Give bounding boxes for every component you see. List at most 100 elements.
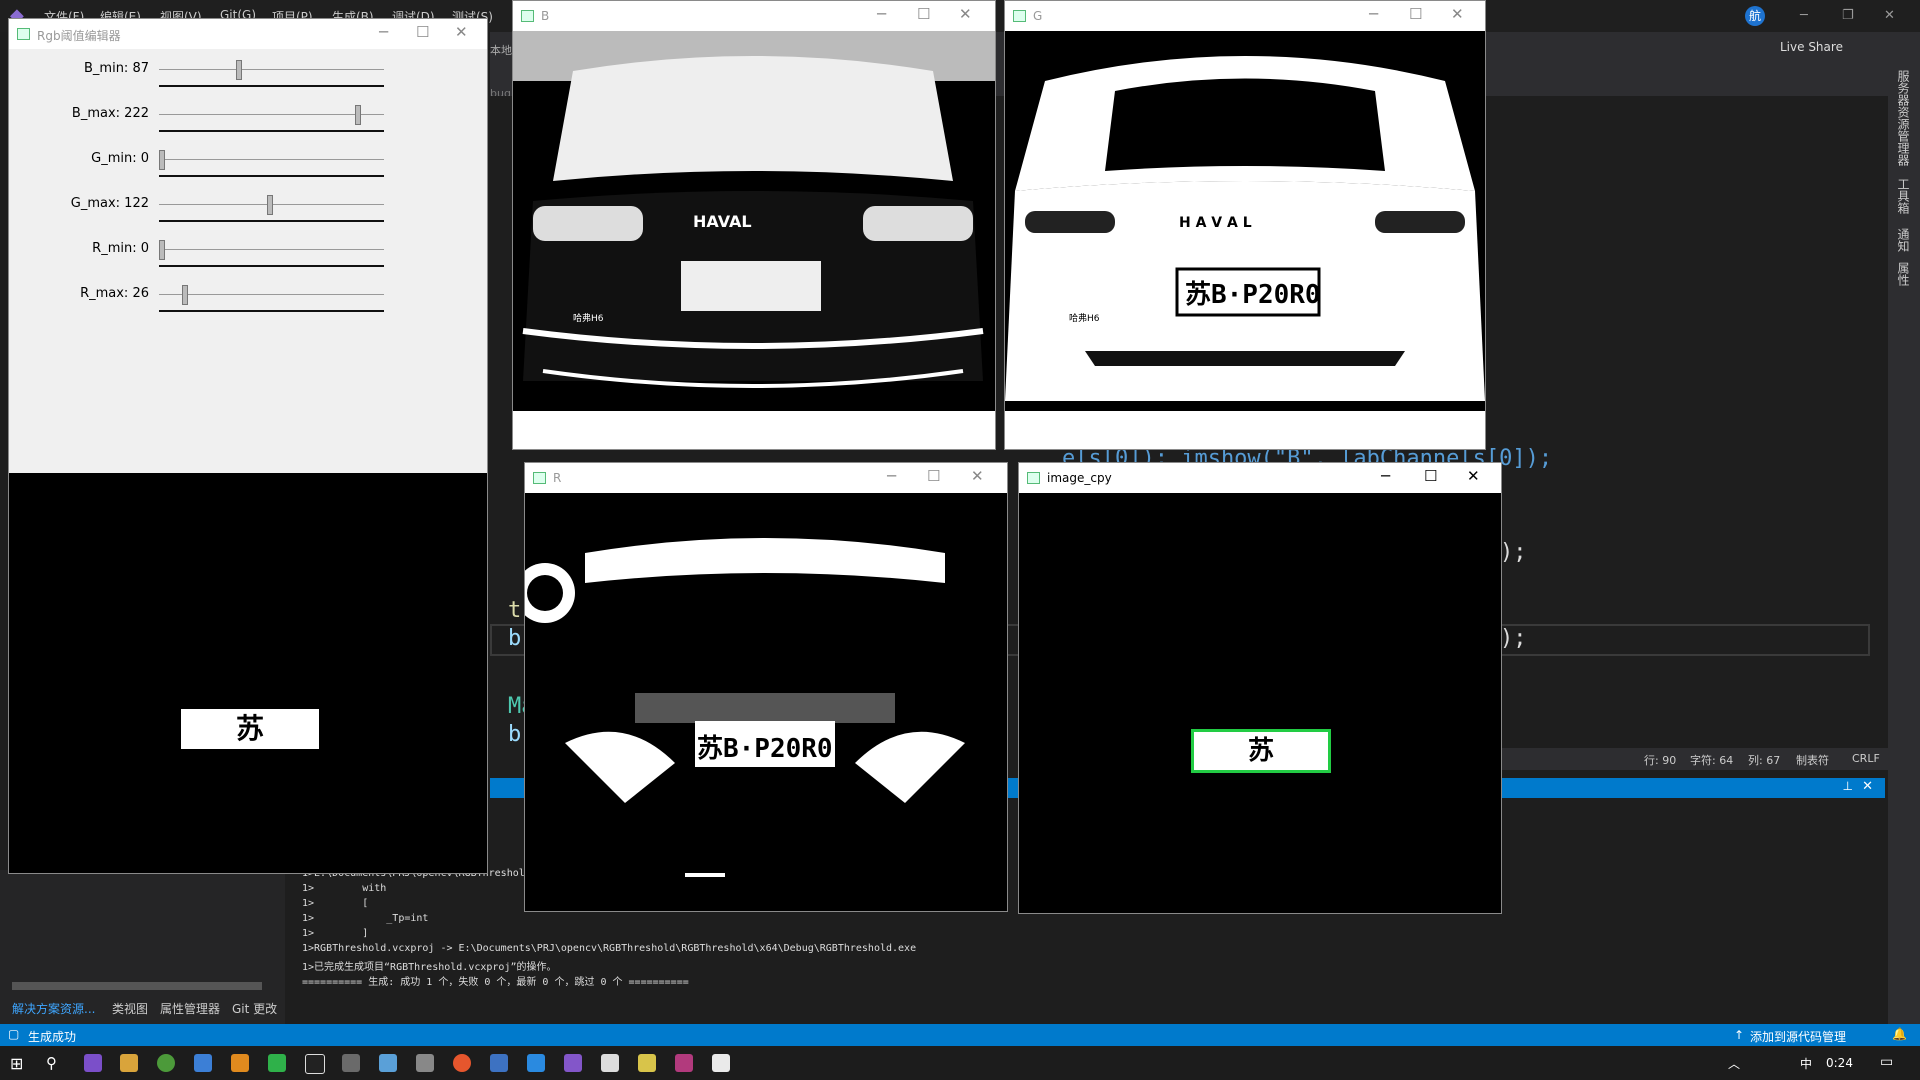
line-indicator[interactable]: 行: 90 bbox=[1644, 752, 1676, 768]
ide-restore-icon[interactable]: ❐ bbox=[1842, 8, 1854, 23]
maximize-icon[interactable]: ☐ bbox=[1409, 5, 1422, 23]
app-icon[interactable] bbox=[342, 1054, 360, 1072]
window-titlebar[interactable]: Rgb阈值编辑器 ─ ☐ ✕ bbox=[9, 19, 487, 49]
qq-icon[interactable] bbox=[305, 1054, 325, 1074]
solution-scrollbar[interactable] bbox=[12, 982, 262, 990]
app-icon[interactable] bbox=[379, 1054, 397, 1072]
window-app-icon bbox=[1013, 10, 1026, 22]
ide-close-icon[interactable]: ✕ bbox=[1884, 8, 1895, 23]
close-icon[interactable]: ✕ bbox=[1467, 467, 1480, 485]
ide-local-label: 本地 bbox=[490, 44, 512, 57]
threshold-editor-window: Rgb阈值编辑器 ─ ☐ ✕ B_min: 87 B_max: 222 G_min:… bbox=[8, 18, 488, 874]
trackbar-track[interactable] bbox=[159, 159, 384, 160]
output-line: 1> _Tp=int bbox=[302, 913, 429, 924]
file-explorer-icon[interactable] bbox=[120, 1054, 138, 1072]
minimize-icon[interactable]: ─ bbox=[877, 5, 886, 23]
maximize-icon[interactable]: ☐ bbox=[416, 23, 429, 41]
maximize-icon[interactable]: ☐ bbox=[1424, 467, 1437, 485]
tab-solution-explorer[interactable]: 解决方案资源... bbox=[12, 1000, 95, 1017]
panel-close-icon[interactable]: ✕ bbox=[1862, 779, 1873, 794]
close-icon[interactable]: ✕ bbox=[959, 5, 972, 23]
channel-b-window: B ─ ☐ ✕ HAVAL 哈弗H6 bbox=[512, 0, 996, 450]
close-icon[interactable]: ✕ bbox=[455, 23, 468, 41]
ide-status-bar: ▢ 生成成功 ↑ 添加到源代码管理 🔔 bbox=[0, 1024, 1920, 1046]
maximize-icon[interactable]: ☐ bbox=[917, 5, 930, 23]
status-text: 生成成功 bbox=[28, 1030, 77, 1044]
trackbar-underline bbox=[159, 310, 384, 312]
app-icon[interactable] bbox=[490, 1054, 508, 1072]
window-app-icon bbox=[533, 472, 546, 484]
trackbar-track[interactable] bbox=[159, 249, 384, 250]
notepad-icon[interactable] bbox=[601, 1054, 619, 1072]
car-g-image: H A V A L 苏B·P20R0 哈弗H6 bbox=[1005, 31, 1485, 449]
code-line: b bbox=[508, 722, 522, 747]
notification-bell-icon[interactable]: 🔔 bbox=[1892, 1027, 1907, 1041]
live-share-button[interactable]: Live Share bbox=[1780, 40, 1843, 54]
visual-studio-taskbar-icon[interactable] bbox=[84, 1054, 102, 1072]
trackbar-thumb[interactable] bbox=[159, 150, 165, 170]
trackbar-underline bbox=[159, 85, 384, 87]
wechat-icon[interactable] bbox=[268, 1054, 286, 1072]
close-icon[interactable]: ✕ bbox=[1451, 5, 1464, 23]
output-line: 1>RGBThreshold.vcxproj -> E:\Documents\P… bbox=[302, 943, 917, 954]
trackbar-track[interactable] bbox=[159, 69, 384, 70]
notifications-tab[interactable]: 通知 bbox=[1896, 228, 1912, 252]
tab-class-view[interactable]: 类视图 bbox=[112, 1000, 148, 1017]
code-line: t bbox=[508, 598, 522, 623]
minimize-icon[interactable]: ─ bbox=[379, 23, 388, 41]
window-titlebar[interactable]: B ─ ☐ ✕ bbox=[513, 1, 995, 31]
window-titlebar[interactable]: image_cpy ─ ☐ ✕ bbox=[1019, 463, 1501, 493]
trackbar-track[interactable] bbox=[159, 114, 384, 115]
opencv-window-icon[interactable] bbox=[712, 1054, 730, 1072]
toolbox-tab[interactable]: 工具箱 bbox=[1896, 178, 1912, 214]
notes-icon[interactable] bbox=[638, 1054, 656, 1072]
add-to-source-control-button[interactable]: 添加到源代码管理 bbox=[1750, 1028, 1846, 1045]
search-tool-icon[interactable] bbox=[231, 1054, 249, 1072]
debug-console-icon[interactable] bbox=[675, 1054, 693, 1072]
tab-git-changes[interactable]: Git 更改 bbox=[232, 1000, 277, 1017]
col-indicator[interactable]: 列: 67 bbox=[1748, 752, 1780, 768]
trackbar-underline bbox=[159, 220, 384, 222]
trackbar-thumb[interactable] bbox=[355, 105, 361, 125]
chrome-icon[interactable] bbox=[157, 1054, 175, 1072]
char-indicator[interactable]: 字符: 64 bbox=[1690, 752, 1733, 768]
trackbar-track[interactable] bbox=[159, 294, 384, 295]
output-line: 1> with bbox=[302, 883, 387, 894]
server-explorer-tab[interactable]: 服务器资源管理器 bbox=[1896, 70, 1912, 166]
window-titlebar[interactable]: R ─ ☐ ✕ bbox=[525, 463, 1007, 493]
trackbar-thumb[interactable] bbox=[182, 285, 188, 305]
eol-indicator[interactable]: CRLF bbox=[1852, 752, 1880, 765]
account-avatar[interactable]: 航 bbox=[1745, 6, 1765, 26]
maximize-icon[interactable]: ☐ bbox=[927, 467, 940, 485]
tray-expand-icon[interactable]: ︿ bbox=[1728, 1055, 1740, 1072]
image-cpy-canvas: 苏B·P20R0 bbox=[1019, 493, 1501, 913]
code-line: ); bbox=[1500, 540, 1527, 565]
minimize-icon[interactable]: ─ bbox=[1381, 467, 1390, 485]
ime-indicator[interactable]: 中 bbox=[1800, 1055, 1812, 1072]
windows-start-icon[interactable]: ⊞ bbox=[10, 1054, 23, 1073]
app-icon[interactable] bbox=[194, 1054, 212, 1072]
car-r-image: 苏B·P20R0 bbox=[525, 493, 1007, 911]
ide-minimize-icon[interactable]: ─ bbox=[1800, 8, 1808, 23]
minimize-icon[interactable]: ─ bbox=[887, 467, 896, 485]
action-center-icon[interactable]: ▭ bbox=[1880, 1054, 1893, 1070]
trackbar-thumb[interactable] bbox=[236, 60, 242, 80]
firefox-icon[interactable] bbox=[453, 1054, 471, 1072]
minimize-icon[interactable]: ─ bbox=[1369, 5, 1378, 23]
calculator-icon[interactable] bbox=[416, 1054, 434, 1072]
search-icon[interactable]: ⚲ bbox=[46, 1054, 57, 1072]
tab-property-manager[interactable]: 属性管理器 bbox=[160, 1000, 220, 1017]
trackbar-thumb[interactable] bbox=[159, 240, 165, 260]
tabs-indicator[interactable]: 制表符 bbox=[1796, 752, 1829, 768]
output-line: 1> [ bbox=[302, 898, 369, 909]
pin-icon[interactable]: ⊥ bbox=[1843, 779, 1853, 793]
clock[interactable]: 0:24 bbox=[1826, 1056, 1853, 1070]
visual-studio-icon-2[interactable] bbox=[564, 1054, 582, 1072]
window-titlebar[interactable]: G ─ ☐ ✕ bbox=[1005, 1, 1485, 31]
vscode-icon[interactable] bbox=[527, 1054, 545, 1072]
image-cpy-window: image_cpy ─ ☐ ✕ 苏B·P20R0 bbox=[1018, 462, 1502, 914]
close-icon[interactable]: ✕ bbox=[971, 467, 984, 485]
trackbar-underline bbox=[159, 265, 384, 267]
properties-tab[interactable]: 属性 bbox=[1896, 262, 1912, 286]
trackbar-thumb[interactable] bbox=[267, 195, 273, 215]
